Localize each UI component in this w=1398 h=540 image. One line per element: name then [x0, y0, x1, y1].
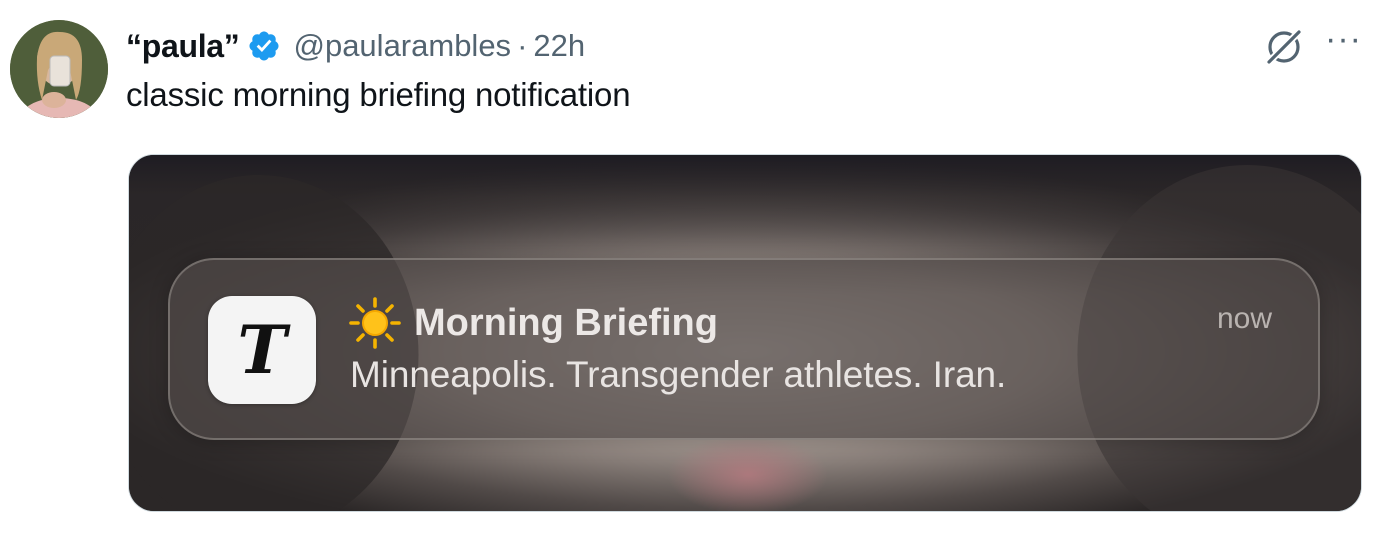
- tweet-text: classic morning briefing notification: [126, 76, 631, 113]
- sun-icon: [348, 296, 402, 350]
- notification-title: Morning Briefing: [414, 301, 718, 344]
- display-name[interactable]: “paula”: [126, 28, 240, 65]
- verified-badge-icon[interactable]: [247, 29, 281, 63]
- nyt-logo-glyph: T: [237, 311, 287, 389]
- tweet-actions: ···: [1263, 22, 1362, 68]
- separator-dot: ·: [517, 28, 528, 63]
- tweet: “paula” @paularambles · 22h ··· classic …: [0, 0, 1398, 540]
- avatar-photo: [10, 20, 108, 118]
- avatar[interactable]: [10, 20, 108, 118]
- grok-icon[interactable]: [1263, 26, 1305, 68]
- more-icon[interactable]: ···: [1325, 22, 1362, 56]
- notification-title-row: Morning Briefing: [348, 296, 718, 350]
- tweet-header: “paula” @paularambles · 22h: [126, 24, 585, 68]
- nyt-app-icon: T: [208, 296, 316, 404]
- notification-banner[interactable]: T Morning Briefing Minneapolis. Transgen…: [168, 258, 1320, 440]
- notification-body: Minneapolis. Transgender athletes. Iran.: [350, 354, 1007, 395]
- timestamp[interactable]: 22h: [533, 28, 585, 64]
- handle[interactable]: @paularambles: [293, 28, 511, 64]
- notification-time: now: [1216, 302, 1272, 335]
